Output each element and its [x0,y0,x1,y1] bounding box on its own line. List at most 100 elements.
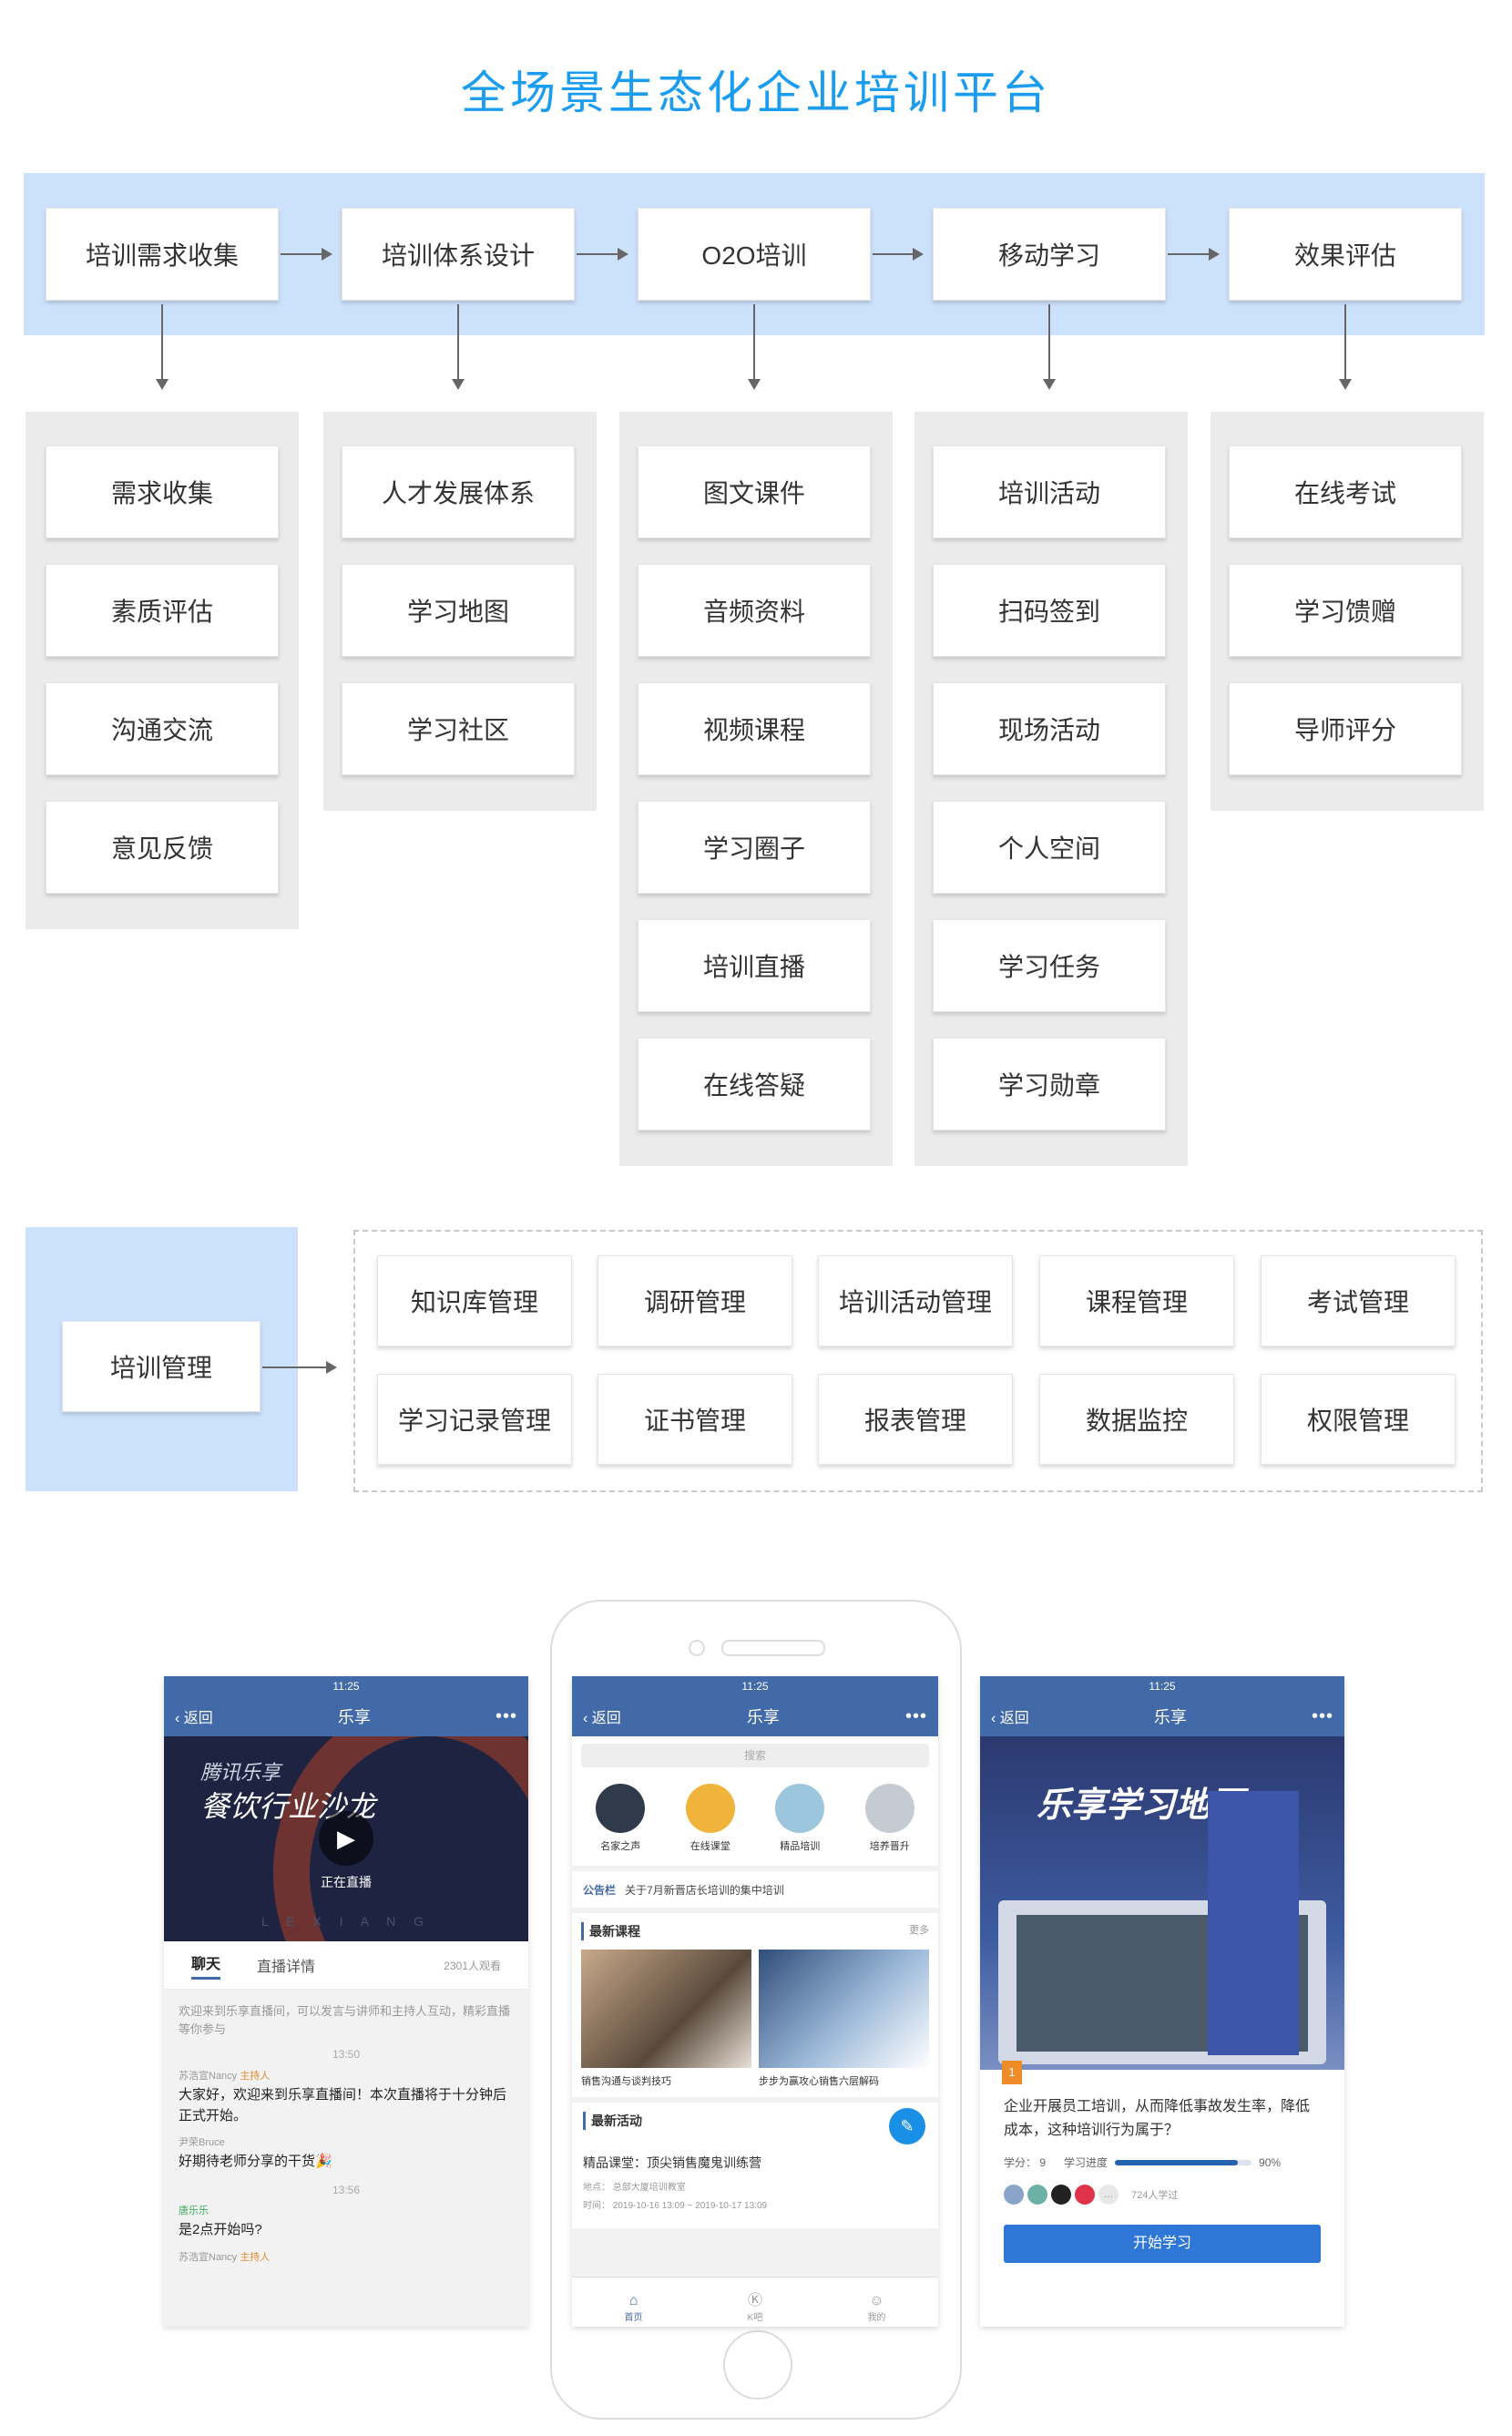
activity-place: 地点： 总部大厦培训教室 [583,2183,686,2193]
flow-item-card: 培训活动 [933,445,1166,538]
flow-item-card: 学习任务 [933,919,1166,1012]
chat-message: 大家好，欢迎来到乐享直播间！本次直播将于十分钟后正式开始。 [179,2086,507,2124]
flow-item-card: 现场活动 [933,682,1166,775]
tab-chat[interactable]: 聊天 [191,1951,221,1980]
banner-decoration [273,1736,528,1941]
avatar [1004,2185,1024,2206]
flow-item-label: 培训活动 [997,479,1100,507]
tab-mine[interactable]: ☺ 我的 [867,2293,885,2323]
progress-label: 学习进度 [1064,2156,1108,2170]
flow-item-card: 学习地图 [342,564,575,657]
arrow-down [452,304,465,390]
back-label: 返回 [591,1711,621,1726]
play-icon[interactable]: ▶ [319,1811,373,1866]
search-input[interactable]: 搜索 [581,1744,929,1767]
course-section: 最新课程 更多 销售沟通与谈判技巧 步步为赢攻心销售六层解码 [572,1913,938,2097]
more-icon[interactable]: ••• [1312,1706,1333,1727]
chat-sender: 苏浩宣Nancy 主持人 [179,2069,514,2084]
flow-step-card: 培训体系设计 [342,208,575,301]
flow-item-label: 学习馈赠 [1293,598,1396,626]
quick-icons: 名家之声 在线课堂 精品培训 培养晋升 [572,1775,938,1866]
quick-icon-item[interactable]: 在线课堂 [685,1784,735,1853]
management-module-card: 报表管理 [818,1374,1013,1465]
map-question: 企业开展员工培训，从而降低事故发生率，降低成本，这种培训行为属于？ [1004,2099,1311,2138]
chat-message: 好期待老师分享的干货🎉 [179,2154,332,2170]
more-link[interactable]: 更多 [909,1922,929,1940]
flow-item-card: 视频课程 [638,682,871,775]
flow-item-label: 学习任务 [997,953,1100,981]
flow-item-card: 人才发展体系 [342,445,575,538]
phone-live: 11:25 ‹ 返回 乐享 ••• 腾讯乐享 餐饮行业沙龙 ▶ 正在直播 L E… [164,1676,528,2327]
tab-live-detail[interactable]: 直播详情 [257,1954,315,1976]
management-module-label: 报表管理 [863,1407,966,1435]
more-icon[interactable]: ••• [495,1706,517,1727]
flow-item-card: 学习圈子 [638,801,871,894]
flow-step-card: 效果评估 [1229,208,1462,301]
status-bar: 11:25 [164,1676,528,1696]
classroom-icon [685,1784,735,1833]
phone-map: 11:25 ‹ 返回 乐享 ••• 乐享学习地图 1 企业开展员工培训，从而降低… [980,1676,1344,2327]
course-thumbnail [581,1950,751,2068]
back-button[interactable]: ‹ 返回 [991,1705,1029,1727]
avatar [1051,2185,1071,2206]
flow-step-label: 培训需求收集 [85,241,239,270]
more-icon[interactable]: ••• [905,1706,927,1727]
building-illustration [1208,1791,1299,2055]
edit-icon[interactable]: ✎ [889,2108,925,2144]
home-button[interactable] [723,2330,792,2400]
notice-bar[interactable]: 公告栏 关于7月新晋店长培训的集中培训 [572,1871,938,1908]
status-bar: 11:25 [980,1676,1344,1696]
management-module-card: 证书管理 [598,1374,792,1465]
back-button[interactable]: ‹ 返回 [175,1705,213,1727]
flow-item-card: 图文课件 [638,445,871,538]
nav-title: 乐享 [1153,1708,1187,1726]
more-avatars-icon: … [1098,2185,1119,2206]
avatar [1075,2185,1095,2206]
nav-title: 乐享 [746,1708,780,1726]
course-card[interactable]: 步步为赢攻心销售六层解码 [759,1950,929,2088]
management-module-label: 考试管理 [1306,1288,1409,1316]
tab-kbar[interactable]: Ⓚ K吧 [748,2288,763,2323]
flow-item-label: 素质评估 [110,598,213,626]
flow-item-label: 在线考试 [1293,479,1396,507]
quick-icon-item[interactable]: 名家之声 [596,1784,646,1853]
management-module-label: 调研管理 [643,1288,746,1316]
management-module-card: 培训活动管理 [818,1255,1013,1346]
flow-item-label: 人才发展体系 [381,479,535,507]
management-module-card: 权限管理 [1261,1374,1456,1465]
map-banner: 乐享学习地图 [980,1736,1344,2070]
section-header: 最新课程 更多 [581,1922,929,1940]
course-card[interactable]: 销售沟通与谈判技巧 [581,1950,751,2088]
chat-sender: 苏浩宣Nancy 主持人 [179,2250,514,2266]
map-card: 1 企业开展员工培训，从而降低事故发生率，降低成本，这种培训行为属于？ 学分： … [980,2061,1344,2276]
quick-icon-item[interactable]: 精品培训 [775,1784,825,1853]
flow-item-card: 在线考试 [1229,445,1462,538]
tab-label: 我的 [867,2313,886,2323]
course-thumbnail [759,1950,929,2068]
live-status: 正在直播 [321,1875,372,1889]
flow-item-label: 图文课件 [702,479,805,507]
back-button[interactable]: ‹ 返回 [583,1705,621,1727]
flow-item-card: 需求收集 [46,445,279,538]
management-module-label: 权限管理 [1306,1407,1409,1435]
flow-item-label: 需求收集 [110,479,213,507]
chat-list: 欢迎来到乐享直播间，可以发言与讲师和主持人互动，精彩直播等你参与 13:50 苏… [164,1990,528,2278]
notice-text: 关于7月新晋店长培训的集中培训 [625,1883,784,1897]
management-label: 培训管理 [109,1354,212,1382]
viewer-count: 2301人观看 [444,1959,501,1972]
management-module-card: 数据监控 [1039,1374,1234,1465]
activity-title[interactable]: 精品课堂：顶尖销售魔鬼训练营 [583,2154,927,2172]
arrow-right [281,248,332,261]
flow-item-label: 现场活动 [997,716,1100,744]
home-icon: ⌂ [628,2293,639,2308]
start-learning-button[interactable]: 开始学习 [1004,2225,1321,2264]
flow-item-card: 意见反馈 [46,801,279,894]
tab-home[interactable]: ⌂ 首页 [625,2293,643,2323]
quick-icon-label: 名家之声 [600,1841,641,1852]
management-module-card: 调研管理 [598,1255,792,1346]
management-module-label: 证书管理 [643,1407,746,1435]
arrow-down [1043,304,1056,390]
management-module-label: 课程管理 [1085,1288,1188,1316]
quick-icon-label: 精品培训 [780,1841,821,1852]
quick-icon-item[interactable]: 培养晋升 [864,1784,914,1853]
